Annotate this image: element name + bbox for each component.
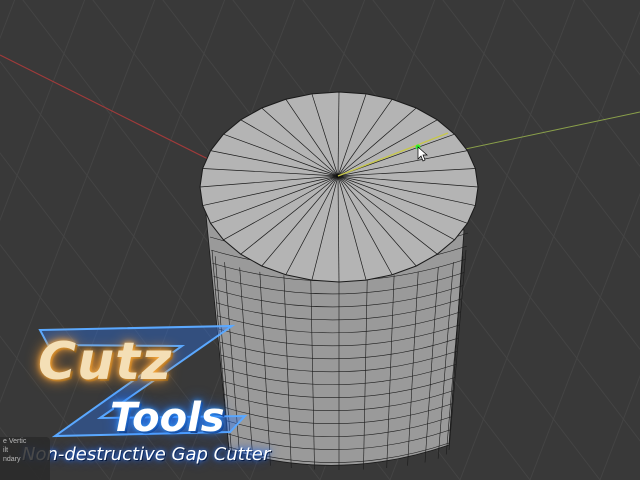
viewport-canvas[interactable] <box>0 0 640 480</box>
grid-line <box>0 0 86 222</box>
grid-line <box>570 0 640 480</box>
grid-line <box>500 0 640 480</box>
operator-line-3: ndary <box>3 456 21 463</box>
grid-line <box>599 374 640 480</box>
3d-viewport[interactable] <box>0 0 640 480</box>
operator-line-1: e Vertic <box>3 438 27 445</box>
grid-line <box>0 243 181 480</box>
grid-line <box>0 0 60 480</box>
operator-panel[interactable]: e Vertic ilt ndary <box>0 437 50 480</box>
cylinder-mesh[interactable] <box>199 91 479 470</box>
grid-line <box>0 0 16 40</box>
grid-line <box>0 335 111 480</box>
operator-line-2: ilt <box>3 447 9 454</box>
